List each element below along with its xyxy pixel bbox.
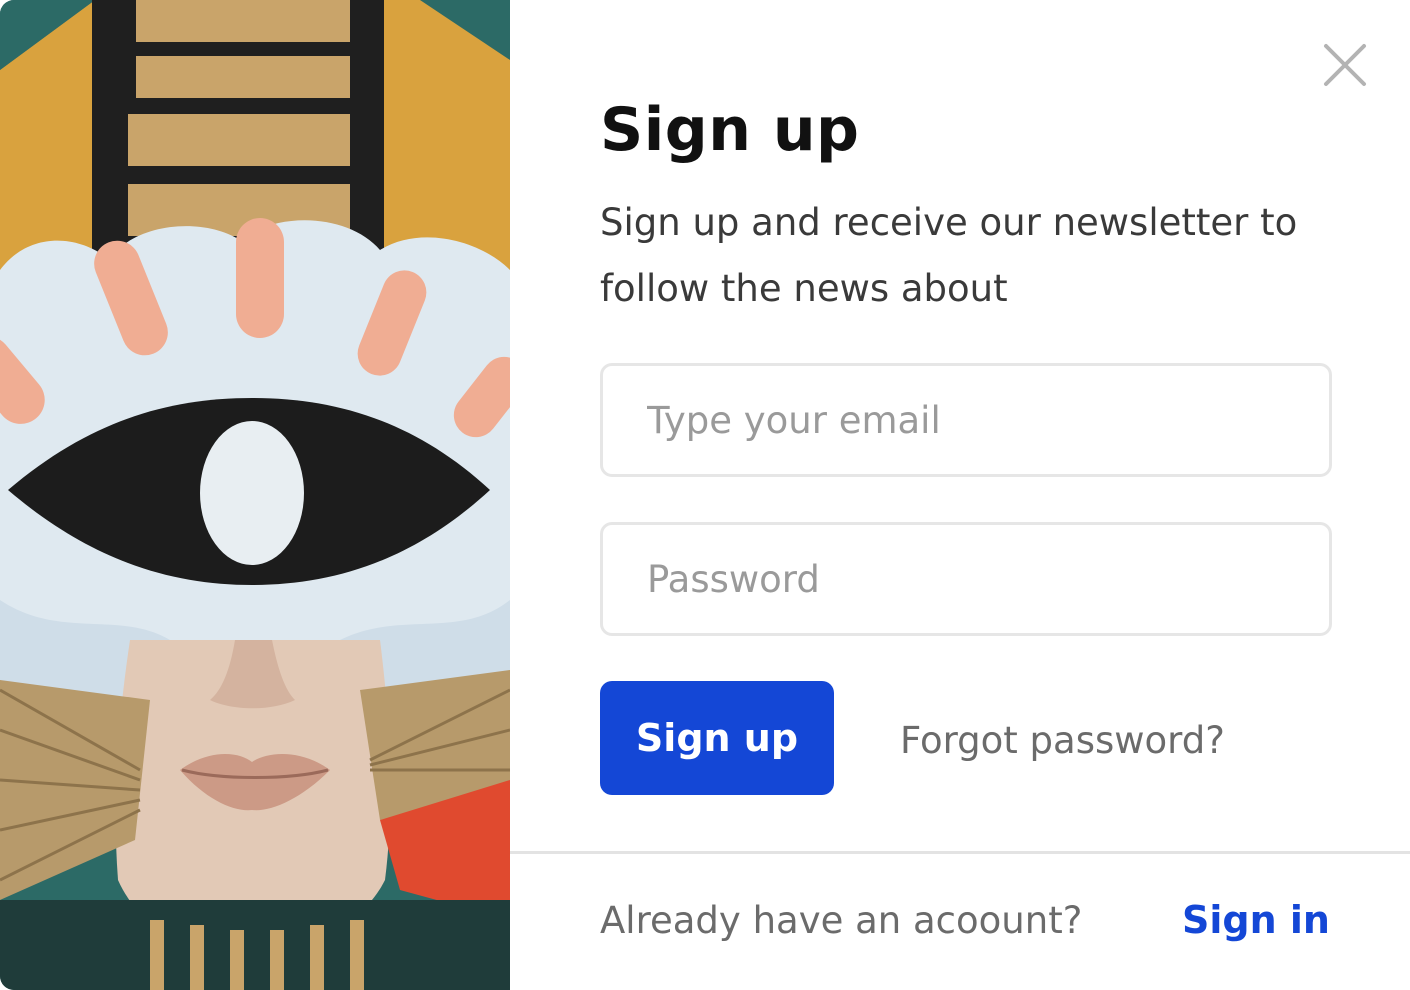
subtitle-text: Sign up and receive our newsletter to fo… [600, 201, 1298, 310]
close-icon[interactable] [1322, 42, 1368, 88]
painted-eye-illustration [0, 0, 510, 990]
signup-modal: Sign up Sign up and receive our newslett… [0, 0, 1410, 990]
email-input[interactable] [600, 363, 1332, 477]
forgot-password-link[interactable]: Forgot password? [900, 712, 1225, 770]
signin-link[interactable]: Sign in [1182, 890, 1330, 950]
signup-panel: Sign up Sign up and receive our newslett… [510, 0, 1410, 990]
signup-button[interactable]: Sign up [600, 681, 834, 795]
artwork-image [0, 0, 510, 990]
close-button[interactable] [1322, 42, 1368, 88]
divider [510, 851, 1410, 854]
password-input[interactable] [600, 522, 1332, 636]
page-title: Sign up [600, 95, 860, 165]
footer-prompt: Already have an acoount? [600, 899, 1083, 942]
